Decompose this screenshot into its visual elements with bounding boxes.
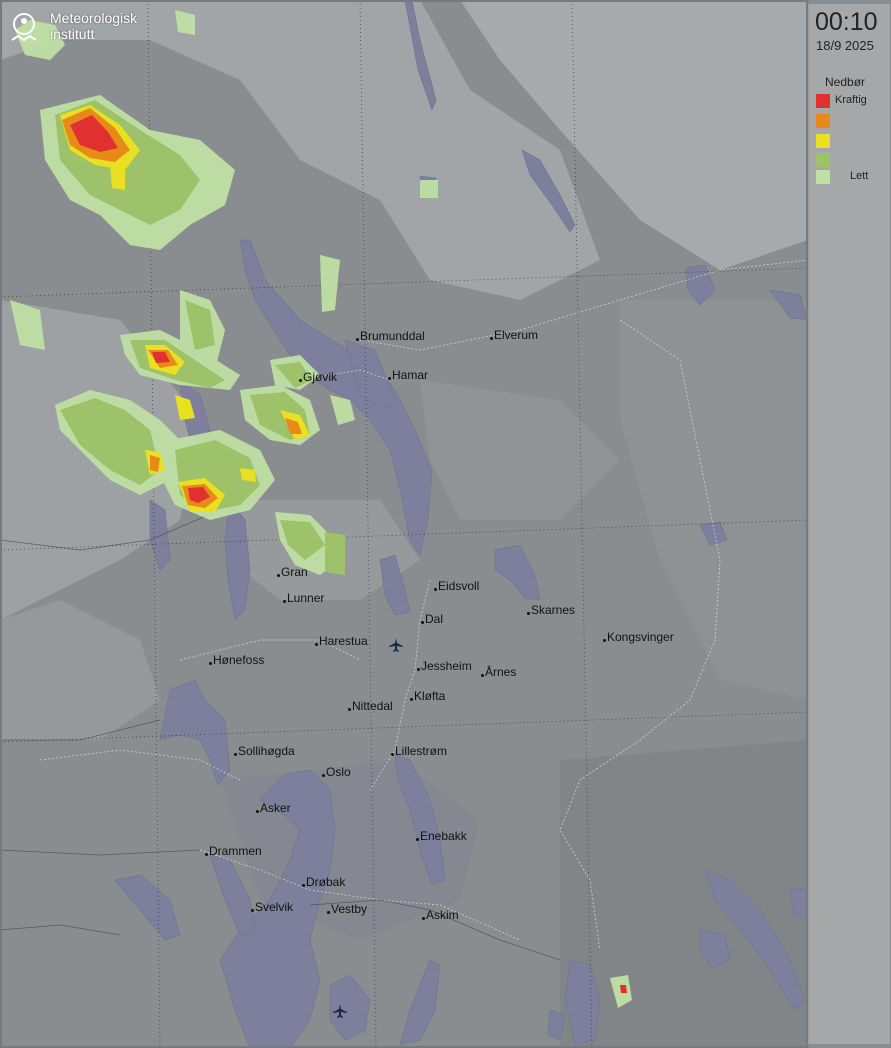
place-label: Lunner xyxy=(283,591,324,605)
place-label: Harestua xyxy=(315,634,368,648)
place-label: Sollihøgda xyxy=(234,744,295,758)
place-label: Hamar xyxy=(388,368,428,382)
logo-line1: Meteorologisk xyxy=(50,10,138,26)
legend-swatch xyxy=(816,153,830,167)
place-label: Eidsvoll xyxy=(434,579,479,593)
place-label: Skarnes xyxy=(527,603,575,617)
legend-swatch xyxy=(816,114,830,128)
legend-swatch xyxy=(816,94,830,108)
place-label: Hønefoss xyxy=(209,653,264,667)
place-label: Kløfta xyxy=(410,689,445,703)
place-label: Oslo xyxy=(322,765,351,779)
place-label: Elverum xyxy=(490,328,538,342)
radar-map[interactable] xyxy=(0,0,891,1048)
legend-swatch xyxy=(816,170,830,184)
place-label: Dal xyxy=(421,612,443,626)
timestamp-time: 00:10 xyxy=(815,8,878,36)
place-label: Kongsvinger xyxy=(603,630,674,644)
met-logo-icon xyxy=(11,13,37,42)
place-label: Nittedal xyxy=(348,699,393,713)
place-label: Brumunddal xyxy=(356,329,425,343)
legend-panel: 00:10 18/9 2025 Nedbør Kraftig Lett xyxy=(808,4,890,1044)
place-label: Vestby xyxy=(327,902,367,916)
place-label: Lillestrøm xyxy=(391,744,447,758)
place-label: Jessheim xyxy=(417,659,472,673)
legend-swatch xyxy=(816,134,830,148)
airport-icon xyxy=(389,638,403,652)
place-label: Drøbak xyxy=(302,875,345,889)
place-label: Gjøvik xyxy=(299,370,337,384)
place-label: Asker xyxy=(256,801,291,815)
place-label: Drammen xyxy=(205,844,262,858)
place-label: Årnes xyxy=(481,665,516,679)
legend-label: Lett xyxy=(850,170,869,182)
logo-line2: institutt xyxy=(50,26,95,42)
place-label: Gran xyxy=(277,565,308,579)
place-label: Svelvik xyxy=(251,900,293,914)
met-logo: Meteorologisk institutt xyxy=(10,10,160,52)
legend-title: Nedbør xyxy=(825,75,866,89)
legend-label: Kraftig xyxy=(835,94,867,106)
timestamp-date: 18/9 2025 xyxy=(816,38,874,53)
airport-icon xyxy=(333,1004,347,1018)
place-label: Enebakk xyxy=(416,829,467,843)
place-label: Askim xyxy=(422,908,459,922)
